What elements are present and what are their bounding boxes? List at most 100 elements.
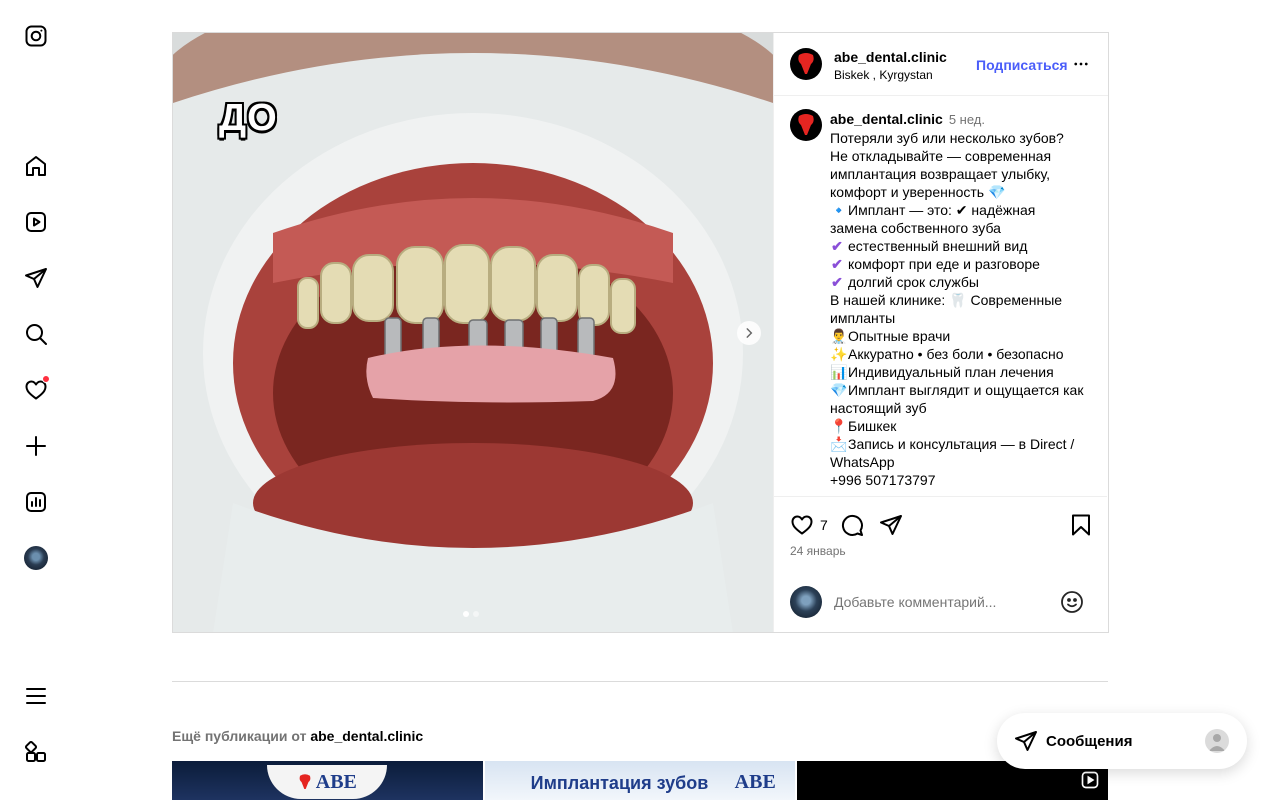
tooth-logo-icon <box>299 774 311 789</box>
heart-icon <box>791 515 813 535</box>
profile-avatar[interactable] <box>24 546 48 570</box>
caption-line: 📩Запись и консультация — в Direct / <box>830 435 1100 453</box>
logo-text: ABE <box>315 770 357 793</box>
caption-emoji: ✔ <box>831 274 843 290</box>
caption-line-text: +996 507173797 <box>830 472 936 488</box>
home-icon[interactable] <box>24 154 48 178</box>
logo-text: ABE <box>734 771 776 793</box>
comment-composer <box>774 580 1107 632</box>
messages-avatar <box>1205 729 1229 753</box>
more-posts-username[interactable]: abe_dental.clinic <box>310 728 423 744</box>
comment-button[interactable] <box>840 513 864 537</box>
reel-icon <box>1081 771 1099 789</box>
post-header: abe_dental.clinic Biskek , Kyrgystan Под… <box>774 33 1108 96</box>
caption-line: +996 507173797 <box>830 471 1100 489</box>
caption-emoji: 📩 <box>830 436 848 452</box>
caption-line: 🔹Имплант — это: ✔ надёжная <box>830 201 1100 219</box>
share-button[interactable] <box>879 513 903 537</box>
viewer-avatar <box>790 586 822 618</box>
messages-button[interactable]: Сообщения <box>997 713 1247 769</box>
post-sidebar: abe_dental.clinic Biskek , Kyrgystan Под… <box>773 33 1108 632</box>
avatar <box>24 546 48 570</box>
carousel-dot <box>463 611 469 617</box>
more-posts-heading: Ещё публикации от abe_dental.clinic <box>172 728 423 744</box>
notification-dot <box>42 375 50 383</box>
caption-emoji: 🔹 <box>830 202 848 218</box>
chevron-right-icon <box>746 328 753 338</box>
like-count[interactable]: 7 <box>820 517 828 533</box>
caption-line-text: Имплант выглядит и ощущается как <box>848 382 1084 398</box>
carousel-indicator <box>463 611 479 617</box>
tooth-logo-icon <box>798 53 814 74</box>
post-date[interactable]: 24 январь <box>790 544 846 558</box>
caption-line-text: WhatsApp <box>830 454 895 470</box>
caption-line: настоящий зуб <box>830 399 1100 417</box>
caption-line: ✔ естественный внешний вид <box>830 237 1100 255</box>
instagram-logo-icon[interactable] <box>24 24 48 48</box>
caption-line: ✔ долгий срок службы <box>830 273 1100 291</box>
caption-author-avatar[interactable] <box>790 109 822 141</box>
caption-line: замена собственного зуба <box>830 219 1100 237</box>
caption-username[interactable]: abe_dental.clinic <box>830 111 943 127</box>
save-button[interactable] <box>1069 513 1093 537</box>
caption-emoji: ✨ <box>830 346 848 362</box>
post-actions: 7 24 январь <box>774 496 1107 580</box>
caption-line-text: Потеряли зуб или несколько зубов? <box>830 130 1064 146</box>
caption-line: импланты <box>830 309 1100 327</box>
comment-input[interactable] <box>834 594 1034 610</box>
caption-emoji: 💎 <box>830 382 848 398</box>
like-button[interactable] <box>790 513 814 537</box>
caption-emoji: 📊 <box>830 364 848 380</box>
tooth-logo-icon <box>798 114 814 135</box>
caption-line-text: имплантация возвращает улыбку, <box>830 166 1051 182</box>
post-card: ДО abe_dental.clinic Biskek , Kyrgystan … <box>172 32 1109 633</box>
clinic-logo: ABE <box>267 765 388 799</box>
caption-line-text: естественный внешний вид <box>848 238 1028 254</box>
caption-line: ✨Аккуратно • без боли • безопасно <box>830 345 1100 363</box>
author-location[interactable]: Biskek , Kyrgystan <box>834 68 933 82</box>
emoji-icon[interactable] <box>1060 590 1084 614</box>
caption-emoji: ✔ <box>831 238 843 254</box>
caption-line: 📍Бишкек <box>830 417 1100 435</box>
grid-post-1[interactable]: ABE <box>172 761 483 800</box>
caption-line: 📊Индивидуальный план лечения <box>830 363 1100 381</box>
caption-line-text: Индивидуальный план лечения <box>848 364 1054 380</box>
caption-emoji: 👨‍⚕️ <box>830 328 848 344</box>
dashboard-icon[interactable] <box>24 490 48 514</box>
caption-line: 💎Имплант выглядит и ощущается как <box>830 381 1100 399</box>
caption-line: Не откладывайте — современная <box>830 147 1100 165</box>
caption-line: В нашей клинике: 🦷 Современные <box>830 291 1100 309</box>
user-placeholder-icon <box>1209 734 1225 751</box>
section-divider <box>172 681 1108 682</box>
caption-line-text: Бишкек <box>848 418 897 434</box>
caption-line: ✔ комфорт при еде и разговоре <box>830 255 1100 273</box>
notifications-icon[interactable] <box>24 375 50 402</box>
more-apps-icon[interactable] <box>24 740 48 764</box>
send-icon <box>880 515 902 535</box>
caption-line-text: комфорт при еде и разговоре <box>848 256 1040 272</box>
more-posts-grid: ABE Имплантация зубов ABE <box>172 761 1109 800</box>
bookmark-icon <box>1072 514 1090 536</box>
grid-post-2[interactable]: Имплантация зубов ABE <box>484 761 796 800</box>
caption-line-text: настоящий зуб <box>830 400 927 416</box>
carousel-next-button[interactable] <box>737 321 761 345</box>
caption-emoji: 📍 <box>830 418 848 434</box>
direct-icon[interactable] <box>24 266 48 290</box>
author-username[interactable]: abe_dental.clinic <box>834 49 947 65</box>
caption-line-text: В нашей клинике: 🦷 Современные <box>830 292 1063 308</box>
create-icon[interactable] <box>24 434 48 458</box>
menu-icon[interactable] <box>24 684 48 708</box>
more-posts-prefix: Ещё публикации от <box>172 728 307 744</box>
comment-icon <box>841 514 863 536</box>
caption-line-text: Аккуратно • без боли • безопасно <box>848 346 1064 362</box>
messages-label: Сообщения <box>1046 733 1133 750</box>
more-options-icon[interactable] <box>1072 55 1090 73</box>
search-icon[interactable] <box>24 322 48 346</box>
caption-line: комфорт и уверенность 💎 <box>830 183 1100 201</box>
follow-button[interactable]: Подписаться <box>976 57 1068 73</box>
author-avatar[interactable] <box>790 48 822 80</box>
reels-icon[interactable] <box>24 210 48 234</box>
caption-time[interactable]: 5 нед. <box>949 112 985 127</box>
post-media[interactable]: ДО <box>173 33 773 632</box>
caption-line-text: импланты <box>830 310 896 326</box>
